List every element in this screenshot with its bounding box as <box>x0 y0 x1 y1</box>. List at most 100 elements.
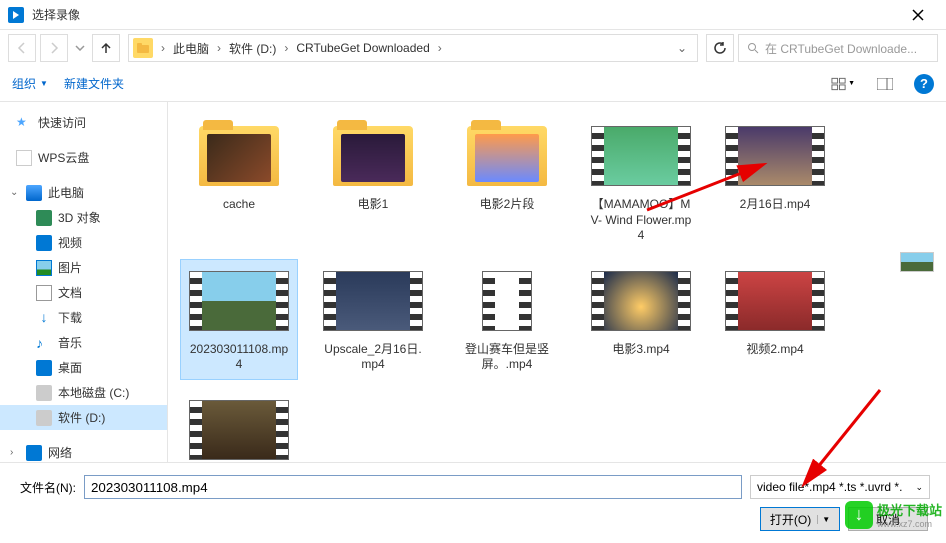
file-name: 【MAMAMOO】MV- Wind Flower.mp4 <box>589 197 693 244</box>
folder-icon <box>133 38 153 58</box>
filetype-select[interactable]: video file*.mp4 *.ts *.uvrd *. ⌄ <box>750 475 930 499</box>
folder-icon <box>323 121 423 191</box>
breadcrumb-item[interactable]: 此电脑 <box>169 38 213 59</box>
filename-label: 文件名(N): <box>16 479 76 496</box>
music-icon: ♪ <box>36 335 52 351</box>
forward-button[interactable] <box>40 34 68 62</box>
video-thumbnail-icon <box>189 266 289 336</box>
chevron-right-icon: › <box>217 41 221 55</box>
chevron-right-icon: › <box>284 41 288 55</box>
sidebar-documents[interactable]: 文档 <box>0 280 167 305</box>
sidebar-pictures[interactable]: 图片 <box>0 255 167 280</box>
sidebar-thispc[interactable]: ⌄ 此电脑 <box>0 180 167 205</box>
breadcrumb-item[interactable]: 软件 (D:) <box>225 38 280 59</box>
chevron-down-icon: ⌄ <box>915 482 923 493</box>
search-input[interactable]: 在 CRTubeGet Downloade... <box>738 34 938 62</box>
sidebar-desktop[interactable]: 桌面 <box>0 355 167 380</box>
file-item[interactable]: 电影1 <box>314 114 432 251</box>
file-item[interactable]: 电影2片段 <box>448 114 566 251</box>
video-thumbnail-icon <box>457 266 557 336</box>
search-icon <box>747 42 759 54</box>
file-name: 2月16日.mp4 <box>740 197 811 213</box>
document-icon <box>36 285 52 301</box>
up-button[interactable] <box>92 34 120 62</box>
file-content[interactable]: cache 电影1 电影2片段 【MAMAMOO】MV- Wind Flower.mp… <box>168 102 946 462</box>
expand-icon: › <box>10 447 20 458</box>
sidebar-network[interactable]: › 网络 <box>0 440 167 462</box>
titlebar: 选择录像 <box>0 0 946 30</box>
star-icon: ★ <box>16 115 32 131</box>
download-icon: ↓ <box>36 310 52 326</box>
file-item[interactable]: 视频3.mp4 <box>180 388 298 462</box>
preview-thumbnail <box>900 252 934 272</box>
file-item[interactable]: 202303011108.mp4 <box>180 259 298 380</box>
cube-icon <box>36 210 52 226</box>
file-name: 电影3.mp4 <box>612 342 669 358</box>
recent-dropdown[interactable] <box>72 34 88 62</box>
video-thumbnail-icon <box>591 121 691 191</box>
sidebar-3dobjects[interactable]: 3D 对象 <box>0 205 167 230</box>
chevron-right-icon: › <box>438 41 442 55</box>
picture-icon <box>36 260 52 276</box>
breadcrumb[interactable]: › 此电脑 › 软件 (D:) › CRTubeGet Downloaded ›… <box>128 34 698 62</box>
toolbar: 组织 ▼ 新建文件夹 ▼ ? <box>0 66 946 102</box>
video-icon <box>36 235 52 251</box>
file-name: 电影1 <box>358 197 389 213</box>
video-thumbnail-icon <box>323 266 423 336</box>
sidebar-software-disk[interactable]: 软件 (D:) <box>0 405 167 430</box>
app-icon <box>8 7 24 23</box>
refresh-button[interactable] <box>706 34 734 62</box>
file-item[interactable]: 登山赛车但是竖屏。.mp4 <box>448 259 566 380</box>
file-item[interactable]: Upscale_2月16日.mp4 <box>314 259 432 380</box>
window-title: 选择录像 <box>32 6 898 23</box>
sidebar-videos[interactable]: 视频 <box>0 230 167 255</box>
file-name: 电影2片段 <box>480 197 535 213</box>
file-item[interactable]: cache <box>180 114 298 251</box>
watermark-icon: ↓ <box>845 501 873 529</box>
file-name: Upscale_2月16日.mp4 <box>321 342 425 373</box>
sidebar-quickaccess[interactable]: ★ 快速访问 <box>0 110 167 135</box>
organize-menu[interactable]: 组织 ▼ <box>12 75 48 92</box>
navbar: › 此电脑 › 软件 (D:) › CRTubeGet Downloaded ›… <box>0 30 946 66</box>
video-thumbnail-icon <box>725 266 825 336</box>
file-item[interactable]: 电影3.mp4 <box>582 259 700 380</box>
wps-icon <box>16 150 32 166</box>
file-item[interactable]: 2月16日.mp4 <box>716 114 834 251</box>
sidebar-music[interactable]: ♪ 音乐 <box>0 330 167 355</box>
watermark: ↓ 极光下载站 www.xz7.com <box>845 500 942 529</box>
video-thumbnail-icon <box>189 395 289 462</box>
disk-icon <box>36 385 52 401</box>
desktop-icon <box>36 360 52 376</box>
video-thumbnail-icon <box>591 266 691 336</box>
file-name: 202303011108.mp4 <box>187 342 291 373</box>
back-button[interactable] <box>8 34 36 62</box>
new-folder-button[interactable]: 新建文件夹 <box>64 75 124 92</box>
sidebar: ★ 快速访问 WPS云盘 ⌄ 此电脑 3D 对象 视频 图片 文档 <box>0 102 168 462</box>
search-placeholder: 在 CRTubeGet Downloade... <box>765 40 917 57</box>
folder-icon <box>189 121 289 191</box>
breadcrumb-dropdown[interactable]: ⌄ <box>671 41 693 55</box>
file-item[interactable]: 【MAMAMOO】MV- Wind Flower.mp4 <box>582 114 700 251</box>
disk-icon <box>36 410 52 426</box>
filename-input[interactable] <box>84 475 742 499</box>
dialog-bottom: 文件名(N): video file*.mp4 *.ts *.uvrd *. ⌄… <box>0 462 946 543</box>
file-name: 视频2.mp4 <box>746 342 803 358</box>
folder-icon <box>457 121 557 191</box>
preview-pane-button[interactable] <box>872 72 898 96</box>
close-button[interactable] <box>898 1 938 29</box>
open-button[interactable]: 打开(O) ▼ <box>760 507 840 531</box>
expand-icon: ⌄ <box>10 187 20 198</box>
help-button[interactable]: ? <box>914 74 934 94</box>
file-item[interactable]: 视频2.mp4 <box>716 259 834 380</box>
file-name: cache <box>223 197 255 213</box>
breadcrumb-item[interactable]: CRTubeGet Downloaded <box>292 39 433 57</box>
open-dropdown-icon[interactable]: ▼ <box>817 515 830 524</box>
sidebar-localdisk[interactable]: 本地磁盘 (C:) <box>0 380 167 405</box>
pc-icon <box>26 185 42 201</box>
view-icons-button[interactable]: ▼ <box>830 72 856 96</box>
sidebar-downloads[interactable]: ↓ 下载 <box>0 305 167 330</box>
network-icon <box>26 445 42 461</box>
chevron-right-icon: › <box>161 41 165 55</box>
video-thumbnail-icon <box>725 121 825 191</box>
sidebar-wps[interactable]: WPS云盘 <box>0 145 167 170</box>
